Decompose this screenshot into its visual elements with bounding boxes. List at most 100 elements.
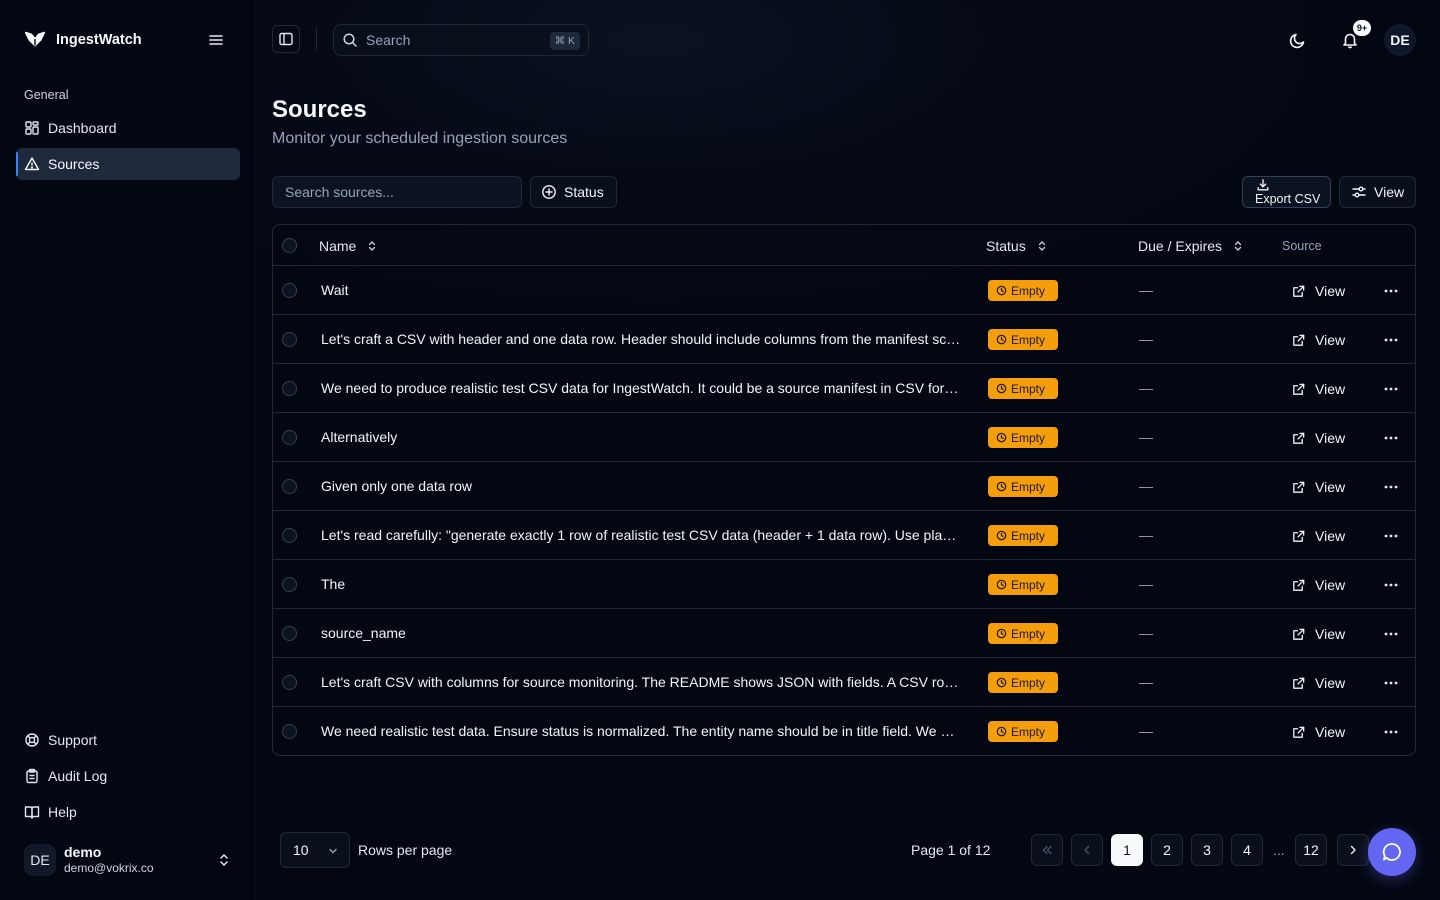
column-header-name[interactable]: Name: [319, 225, 378, 266]
source-name: source_name: [321, 625, 406, 641]
status-filter-button[interactable]: Status: [530, 176, 617, 208]
sidebar-item-audit-log[interactable]: Audit Log: [16, 760, 240, 792]
row-checkbox[interactable]: [282, 626, 297, 641]
status-badge: Empty: [988, 476, 1058, 497]
view-source-link[interactable]: View: [1291, 672, 1345, 694]
view-source-link[interactable]: View: [1291, 280, 1345, 302]
download-icon: [1257, 179, 1269, 191]
row-checkbox[interactable]: [282, 577, 297, 592]
page-button-4[interactable]: 4: [1231, 834, 1263, 866]
due-expires: —: [1139, 331, 1153, 347]
table-row[interactable]: We need realistic test data. Ensure stat…: [273, 707, 1415, 755]
table-row[interactable]: Let's craft a CSV with header and one da…: [273, 315, 1415, 364]
row-actions-button[interactable]: [1379, 476, 1403, 498]
status-label: Empty: [1011, 381, 1046, 396]
dashboard-icon: [25, 121, 39, 135]
view-source-link[interactable]: View: [1291, 476, 1345, 498]
row-checkbox[interactable]: [282, 381, 297, 396]
due-expires: —: [1139, 527, 1153, 543]
view-source-link[interactable]: View: [1291, 525, 1345, 547]
source-name: We need realistic test data. Ensure stat…: [321, 723, 961, 739]
rows-per-page-select[interactable]: 10: [280, 832, 350, 868]
view-options-button[interactable]: View: [1339, 176, 1416, 208]
user-name: demo: [64, 843, 102, 860]
row-checkbox[interactable]: [282, 283, 297, 298]
view-label: View: [1315, 430, 1346, 446]
view-source-link[interactable]: View: [1291, 329, 1345, 351]
row-checkbox[interactable]: [282, 430, 297, 445]
global-search-input[interactable]: Search ⌘ K: [333, 24, 589, 56]
select-all-checkbox[interactable]: [282, 238, 297, 253]
row-actions-button[interactable]: [1379, 721, 1403, 743]
row-checkbox[interactable]: [282, 675, 297, 690]
menu-icon: [209, 35, 223, 45]
sidebar-item-label: Dashboard: [48, 120, 117, 136]
sidebar-item-help[interactable]: Help: [16, 796, 240, 828]
table-row[interactable]: Let's craft CSV with columns for source …: [273, 658, 1415, 707]
source-name: Alternatively: [321, 429, 398, 445]
row-actions-button[interactable]: [1379, 525, 1403, 547]
row-checkbox[interactable]: [282, 479, 297, 494]
due-expires: —: [1139, 380, 1153, 396]
table-row[interactable]: Let's read carefully: "generate exactly …: [273, 511, 1415, 560]
header-avatar[interactable]: DE: [1384, 24, 1416, 56]
view-source-link[interactable]: View: [1291, 721, 1345, 743]
row-actions-button[interactable]: [1379, 623, 1403, 645]
toggle-panel-button[interactable]: [272, 25, 300, 53]
row-actions-button[interactable]: [1379, 280, 1403, 302]
status-label: Empty: [1011, 528, 1046, 543]
page-subtitle: Monitor your scheduled ingestion sources: [272, 130, 568, 147]
table-row[interactable]: Alternatively Empty — View: [273, 413, 1415, 462]
page-button-2[interactable]: 2: [1151, 834, 1183, 866]
column-header-status[interactable]: Status: [986, 225, 1048, 266]
sidebar-item-dashboard[interactable]: Dashboard: [16, 112, 240, 144]
external-link-icon: [1293, 579, 1305, 591]
main-content: Search ⌘ K 9+ DE Sources Monitor your sc…: [256, 0, 1440, 900]
clipboard-icon: [26, 768, 38, 784]
row-actions-button[interactable]: [1379, 329, 1403, 351]
panel-left-icon: [279, 32, 293, 46]
view-source-link[interactable]: View: [1291, 574, 1345, 596]
row-actions-button[interactable]: [1379, 378, 1403, 400]
brand[interactable]: IngestWatch: [24, 28, 142, 52]
due-expires: —: [1139, 723, 1153, 739]
view-source-link[interactable]: View: [1291, 427, 1345, 449]
more-horizontal-icon: [1384, 681, 1398, 685]
sidebar-item-label: Help: [48, 804, 77, 820]
user-menu[interactable]: DE demo demo@vokrix.co: [16, 836, 240, 884]
table-row[interactable]: Given only one data row Empty — View: [273, 462, 1415, 511]
export-csv-button[interactable]: Export CSV: [1242, 176, 1331, 208]
table-row[interactable]: We need to produce realistic test CSV da…: [273, 364, 1415, 413]
table-row[interactable]: source_name Empty — View: [273, 609, 1415, 658]
first-page-button[interactable]: [1031, 834, 1063, 866]
sidebar-item-support[interactable]: Support: [16, 724, 240, 756]
filter-sources-input[interactable]: [272, 176, 522, 208]
table-row[interactable]: Wait Empty — View: [273, 266, 1415, 315]
page-button-3[interactable]: 3: [1191, 834, 1223, 866]
row-checkbox[interactable]: [282, 332, 297, 347]
status-label: Empty: [1011, 283, 1046, 298]
row-actions-button[interactable]: [1379, 574, 1403, 596]
source-name: We need to produce realistic test CSV da…: [321, 380, 961, 396]
row-checkbox[interactable]: [282, 724, 297, 739]
table-body: Wait Empty — View Let's craft a CSV with hea…: [273, 266, 1415, 755]
theme-toggle-button[interactable]: [1286, 28, 1310, 52]
page-button-1[interactable]: 1: [1111, 834, 1143, 866]
row-checkbox[interactable]: [282, 528, 297, 543]
column-header-due[interactable]: Due / Expires: [1138, 225, 1244, 266]
previous-page-button[interactable]: [1071, 834, 1103, 866]
row-actions-button[interactable]: [1379, 427, 1403, 449]
sidebar-menu-button[interactable]: [206, 30, 226, 50]
warning-triangle-icon: [24, 157, 40, 171]
chat-button[interactable]: [1368, 828, 1416, 876]
sidebar-item-sources[interactable]: Sources: [16, 148, 240, 180]
view-source-link[interactable]: View: [1291, 378, 1345, 400]
next-page-button[interactable]: [1337, 834, 1369, 866]
clock-icon: [996, 334, 1007, 345]
app-name: IngestWatch: [56, 32, 142, 48]
row-actions-button[interactable]: [1379, 672, 1403, 694]
chat-bubble-icon: [1382, 843, 1401, 861]
table-row[interactable]: The Empty — View: [273, 560, 1415, 609]
page-button-last[interactable]: 12: [1295, 834, 1327, 866]
view-source-link[interactable]: View: [1291, 623, 1345, 645]
